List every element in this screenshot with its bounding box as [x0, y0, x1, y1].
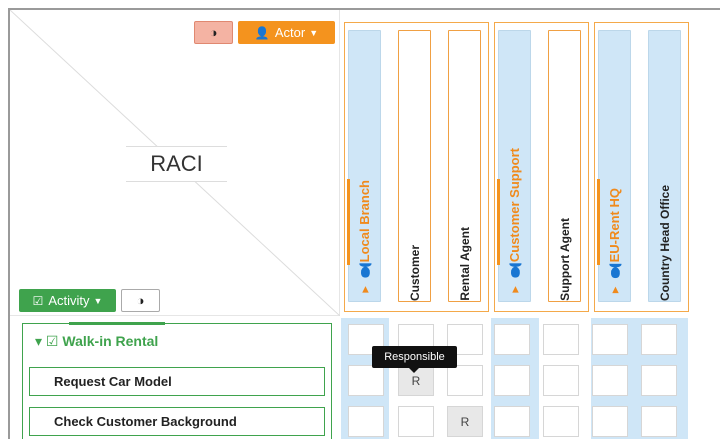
- actor-column-local-branch[interactable]: ▾ 👤 Local Branch: [347, 30, 381, 302]
- actor-icon: 👤: [607, 262, 622, 278]
- actor-column-support-agent[interactable]: Support Agent: [548, 30, 581, 302]
- checkbox-icon: ☑: [45, 333, 59, 349]
- matrix-cell[interactable]: [348, 406, 384, 437]
- actor-dropdown-button[interactable]: 👤 Actor ▼: [238, 21, 335, 44]
- caret-down-icon: ▼: [93, 295, 103, 306]
- activity-item-request-car-model[interactable]: Request Car Model: [29, 367, 325, 396]
- checkbox-icon: ☑: [32, 293, 44, 308]
- actor-label: Rental Agent: [457, 227, 472, 301]
- matrix-cell[interactable]: [447, 365, 483, 396]
- activity-dropdown-button[interactable]: ☑ Activity ▼: [19, 289, 116, 312]
- caret-icon: ▾: [607, 282, 622, 297]
- matrix-cell[interactable]: [543, 324, 579, 355]
- contrast-icon: ◑: [209, 25, 218, 40]
- matrix-cell[interactable]: [543, 365, 579, 396]
- activity-group-label: Walk-in Rental: [62, 333, 159, 349]
- actor-label: EU-Rent HQ: [607, 187, 622, 263]
- activity-label: Request Car Model: [54, 374, 172, 389]
- activity-group-walk-in-rental[interactable]: ▾ ☑ Walk-in Rental: [35, 333, 158, 350]
- matrix-cell[interactable]: [592, 324, 628, 355]
- matrix-cell[interactable]: [543, 406, 579, 437]
- matrix-cell[interactable]: [641, 324, 677, 355]
- actor-column-country-head-office[interactable]: Country Head Office: [648, 30, 681, 302]
- actor-label: Country Head Office: [657, 184, 672, 301]
- matrix-cell[interactable]: [592, 406, 628, 437]
- caret-down-icon: ▼: [309, 27, 319, 38]
- activity-button-label: Activity: [48, 293, 90, 308]
- user-icon: 👤: [254, 25, 270, 40]
- raci-matrix-view: { "header": { "title": "RACI" }, "toolba…: [0, 0, 720, 439]
- matrix-cell[interactable]: [592, 365, 628, 396]
- matrix-cell[interactable]: [641, 365, 677, 396]
- actor-icon: 👤: [507, 262, 522, 278]
- page-title: RACI: [126, 146, 227, 182]
- matrix-cell[interactable]: [494, 406, 530, 437]
- matrix-cell[interactable]: [348, 365, 384, 396]
- caret-icon: ▾: [357, 282, 372, 297]
- activity-tab-indicator: [69, 322, 165, 325]
- actor-column-customer-support[interactable]: ▾ 👤 Customer Support: [497, 30, 531, 302]
- caret-icon: ▾: [507, 282, 522, 297]
- actor-label: Customer Support: [507, 148, 522, 263]
- actor-icon: 👤: [357, 262, 372, 278]
- actor-label: Support Agent: [557, 218, 572, 301]
- actor-column-rental-agent[interactable]: Rental Agent: [448, 30, 481, 302]
- actor-label: Local Branch: [357, 179, 372, 263]
- matrix-cell[interactable]: R: [447, 406, 483, 437]
- tooltip: Responsible: [372, 346, 457, 373]
- matrix-cell[interactable]: [641, 406, 677, 437]
- contrast-toggle-button[interactable]: ◑: [194, 21, 233, 44]
- matrix-cell[interactable]: [494, 365, 530, 396]
- matrix-cell[interactable]: [398, 406, 434, 437]
- actor-column-eu-rent-hq[interactable]: ▾ 👤 EU-Rent HQ: [597, 30, 631, 302]
- contrast-icon: ◑: [136, 293, 145, 308]
- actor-column-customer[interactable]: Customer: [398, 30, 431, 302]
- caret-down-icon: ▾: [35, 333, 43, 349]
- activity-item-check-customer-background[interactable]: Check Customer Background: [29, 407, 325, 436]
- matrix-cell[interactable]: [494, 324, 530, 355]
- actor-label: Customer: [407, 244, 422, 301]
- activity-label: Check Customer Background: [54, 414, 237, 429]
- actor-button-label: Actor: [274, 25, 306, 40]
- contrast-toggle-button-secondary[interactable]: ◑: [121, 289, 160, 312]
